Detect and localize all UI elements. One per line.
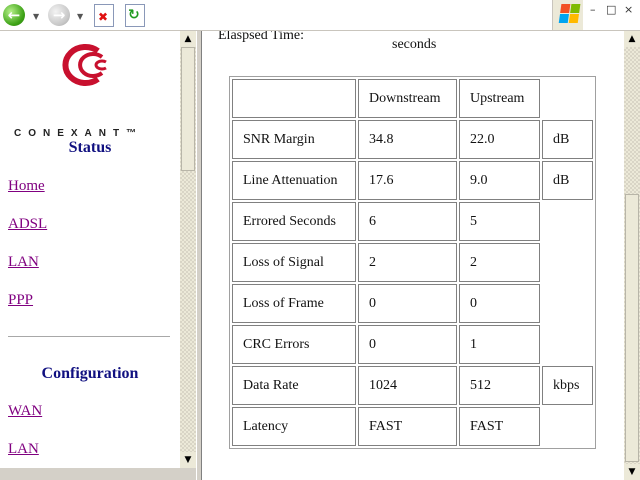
header-blank-cell [232,79,356,118]
unit-value: dB [542,120,593,159]
refresh-button[interactable]: ↻ [123,3,147,27]
back-dropdown-icon[interactable]: ▼ [33,12,39,21]
section-divider [8,336,170,337]
scroll-down-arrow-icon[interactable]: ▼ [624,464,640,480]
minimize-button[interactable]: – [590,3,596,16]
row-label: CRC Errors [232,325,356,364]
content-frame: Elaspsed Time: seconds Downstream Upstre… [202,31,624,480]
downstream-value: 1024 [358,366,457,405]
header-unit-cell [542,79,593,118]
table-row: Loss of Signal 2 2 [232,243,593,282]
upstream-value: 9.0 [459,161,540,200]
forward-dropdown-icon[interactable]: ▼ [77,12,83,21]
nav-link-ppp[interactable]: PPP [8,292,33,309]
adsl-statistics-table: Downstream Upstream SNR Margin 34.8 22.0… [229,76,596,449]
header-downstream: Downstream [358,79,457,118]
downstream-value: FAST [358,407,457,446]
nav-link-wan[interactable]: WAN [8,403,42,420]
nav-link-adsl[interactable]: ADSL [8,216,47,233]
downstream-value: 0 [358,325,457,364]
unit-empty [542,284,593,323]
table-row: Data Rate 1024 512 kbps [232,366,593,405]
row-label: Loss of Signal [232,243,356,282]
downstream-value: 34.8 [358,120,457,159]
forward-button[interactable]: → [47,3,71,27]
unit-empty [542,325,593,364]
table-row: Line Attenuation 17.6 9.0 dB [232,161,593,200]
upstream-value: 22.0 [459,120,540,159]
row-label: Loss of Frame [232,284,356,323]
table-header-row: Downstream Upstream [232,79,593,118]
back-button[interactable]: ← [2,3,26,27]
downstream-value: 17.6 [358,161,457,200]
scroll-up-arrow-icon[interactable]: ▲ [180,31,196,47]
upstream-value: 5 [459,202,540,241]
configuration-heading: Configuration [41,365,139,382]
row-label: Errored Seconds [232,202,356,241]
scroll-down-arrow-icon[interactable]: ▼ [180,452,196,468]
left-frame-scrollbar[interactable]: ▲ ▼ [180,31,196,468]
unit-value: kbps [542,366,593,405]
conexant-logo-icon [62,44,107,86]
stop-button[interactable]: ✖ [92,3,116,27]
downstream-value: 6 [358,202,457,241]
conexant-brand-text: CONEXANT™ [14,128,144,139]
close-button[interactable]: × [624,3,633,16]
elapsed-time-label: Elaspsed Time: [218,31,304,43]
row-label: Line Attenuation [232,161,356,200]
nav-link-lan[interactable]: LAN [8,254,39,271]
browser-toolbar: ← ▼ → ▼ ✖ ↻ – □ × [0,0,640,31]
upstream-value: 512 [459,366,540,405]
row-label: Latency [232,407,356,446]
downstream-value: 2 [358,243,457,282]
content-frame-scrollbar[interactable]: ▲ ▼ [624,31,640,480]
back-arrow-icon: ← [3,4,25,26]
maximize-button[interactable]: □ [606,3,616,16]
table-row: Errored Seconds 6 5 [232,202,593,241]
nav-link-config-lan[interactable]: LAN [8,441,39,458]
status-heading: Status [68,139,112,156]
windows-logo-icon [552,0,583,30]
upstream-value: 2 [459,243,540,282]
table-row: Loss of Frame 0 0 [232,284,593,323]
downstream-value: 0 [358,284,457,323]
unit-empty [542,202,593,241]
row-label: SNR Margin [232,120,356,159]
upstream-value: 1 [459,325,540,364]
table-row: Latency FAST FAST [232,407,593,446]
table-row: SNR Margin 34.8 22.0 dB [232,120,593,159]
navigation-frame: CONEXANT™ Status Home ADSL LAN PPP Confi… [0,31,180,468]
unit-value: dB [542,161,593,200]
stop-icon: ✖ [94,3,114,27]
scroll-up-arrow-icon[interactable]: ▲ [624,31,640,47]
upstream-value: 0 [459,284,540,323]
header-upstream: Upstream [459,79,540,118]
upstream-value: FAST [459,407,540,446]
table-row: CRC Errors 0 1 [232,325,593,364]
row-label: Data Rate [232,366,356,405]
scroll-thumb[interactable] [181,47,195,171]
forward-arrow-icon: → [48,4,70,26]
scroll-thumb[interactable] [625,194,639,462]
unit-empty [542,243,593,282]
elapsed-time-unit: seconds [392,37,437,52]
nav-link-home[interactable]: Home [8,178,45,195]
unit-empty [542,407,593,446]
refresh-icon: ↻ [125,3,145,27]
